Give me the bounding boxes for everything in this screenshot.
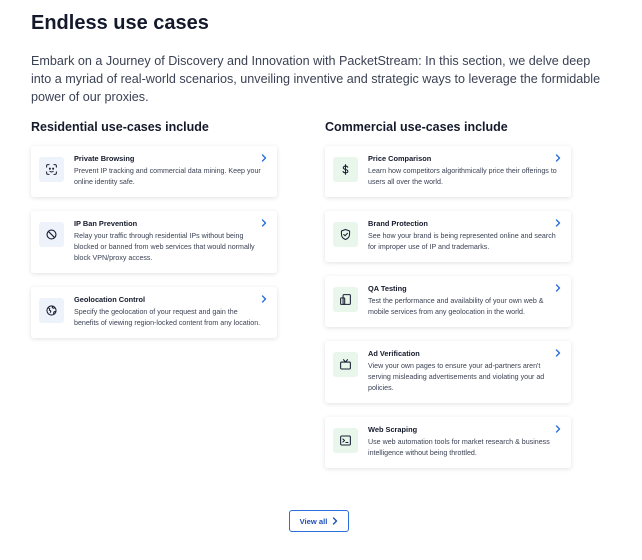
- chevron-right-icon: [261, 295, 267, 303]
- card-title: IP Ban Prevention: [74, 219, 138, 228]
- use-case-card-web-scraping[interactable]: Web Scraping Use web automation tools fo…: [325, 417, 571, 468]
- use-case-card-ip-ban-prevention[interactable]: IP Ban Prevention Relay your traffic thr…: [31, 211, 277, 273]
- residential-heading: Residential use-cases include: [31, 120, 209, 134]
- use-case-card-private-browsing[interactable]: Private Browsing Prevent IP tracking and…: [31, 146, 277, 197]
- use-case-card-brand-protection[interactable]: Brand Protection See how your brand is b…: [325, 211, 571, 262]
- card-description: Specify the geolocation of your request …: [74, 308, 261, 327]
- card-description: Learn how competitors algorithmically pr…: [368, 167, 557, 186]
- chevron-right-icon: [555, 219, 561, 227]
- view-all-button[interactable]: View all: [289, 510, 349, 532]
- use-case-card-qa-testing[interactable]: QA Testing Test the performance and avai…: [325, 276, 571, 327]
- section-intro: Embark on a Journey of Discovery and Inn…: [31, 54, 601, 104]
- card-description: View your own pages to ensure your ad-pa…: [368, 362, 545, 392]
- tv-icon: [333, 352, 358, 377]
- card-description: Relay your traffic through residential I…: [74, 232, 255, 262]
- chevron-right-icon: [333, 517, 338, 525]
- face-scan-icon: [39, 157, 64, 182]
- card-title: Ad Verification: [368, 349, 420, 358]
- card-description: Use web automation tools for market rese…: [368, 438, 550, 457]
- card-description: See how your brand is being represented …: [368, 232, 556, 251]
- chevron-right-icon: [261, 219, 267, 227]
- card-title: Web Scraping: [368, 425, 418, 434]
- chevron-right-icon: [555, 349, 561, 357]
- dollar-icon: [333, 157, 358, 182]
- ban-icon: [39, 222, 64, 247]
- use-case-card-geolocation-control[interactable]: Geolocation Control Specify the geolocat…: [31, 287, 277, 338]
- card-title: Brand Protection: [368, 219, 428, 228]
- chevron-right-icon: [555, 284, 561, 292]
- globe-icon: [39, 298, 64, 323]
- card-title: QA Testing: [368, 284, 407, 293]
- residential-column: Residential use-cases include Private Br…: [31, 120, 277, 352]
- commercial-column: Commercial use-cases include Price Compa…: [325, 120, 571, 482]
- use-case-card-price-comparison[interactable]: Price Comparison Learn how competitors a…: [325, 146, 571, 197]
- view-all-label: View all: [299, 516, 328, 526]
- card-description: Prevent IP tracking and commercial data …: [74, 167, 261, 186]
- section-title: Endless use cases: [31, 12, 209, 34]
- card-description: Test the performance and availability of…: [368, 297, 544, 316]
- terminal-icon: [333, 428, 358, 453]
- devices-icon: [333, 287, 358, 312]
- chevron-right-icon: [261, 154, 267, 162]
- shield-check-icon: [333, 222, 358, 247]
- card-title: Price Comparison: [368, 154, 432, 163]
- commercial-heading: Commercial use-cases include: [325, 120, 508, 134]
- use-case-card-ad-verification[interactable]: Ad Verification View your own pages to e…: [325, 341, 571, 403]
- chevron-right-icon: [555, 154, 561, 162]
- card-title: Geolocation Control: [74, 295, 146, 304]
- card-title: Private Browsing: [74, 154, 135, 163]
- chevron-right-icon: [555, 425, 561, 433]
